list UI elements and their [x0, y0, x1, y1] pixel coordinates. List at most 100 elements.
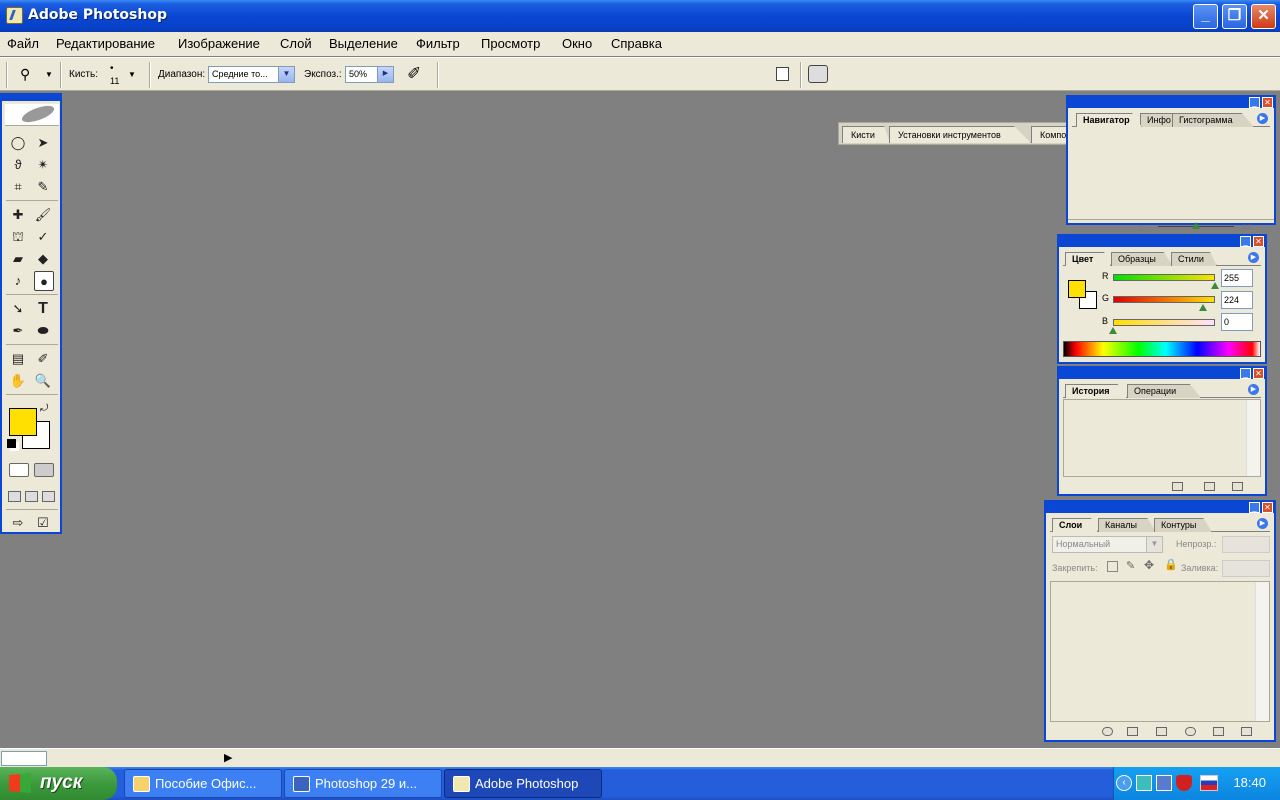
move-tool-icon[interactable]: ➤ — [33, 133, 53, 153]
opacity-input[interactable] — [1222, 536, 1270, 553]
status-zoom-field[interactable] — [1, 751, 47, 766]
file-browser-icon[interactable] — [776, 67, 789, 81]
airbrush-icon[interactable]: ✐ — [407, 64, 421, 84]
adjustment-layer-icon[interactable] — [1185, 727, 1196, 736]
tray-app-icon[interactable] — [1136, 775, 1152, 791]
lock-transparency-icon[interactable] — [1107, 561, 1118, 572]
standard-screen-mode-icon[interactable] — [8, 491, 21, 502]
minimize-icon[interactable]: _ — [1240, 236, 1251, 247]
lock-position-icon[interactable]: ✥ — [1144, 558, 1154, 572]
tab-histogram[interactable]: Гистограмма — [1172, 113, 1254, 127]
panel-menu-icon[interactable]: ▶ — [1248, 384, 1259, 395]
tab-channels[interactable]: Каналы — [1098, 518, 1156, 532]
channel-r-input[interactable]: 255 — [1221, 269, 1253, 287]
minimize-button[interactable]: _ — [1193, 4, 1218, 29]
minimize-icon[interactable]: _ — [1240, 368, 1251, 379]
minimize-icon[interactable]: _ — [1249, 97, 1260, 108]
standard-mode-icon[interactable] — [9, 463, 29, 477]
magic-wand-tool-icon[interactable]: ✴ — [33, 155, 53, 175]
menu-file[interactable]: Файл — [7, 36, 39, 51]
trash-icon[interactable] — [1232, 482, 1243, 491]
add-layer-mask-icon[interactable] — [1127, 727, 1138, 736]
panel-menu-icon[interactable]: ▶ — [1257, 113, 1268, 124]
tab-paths[interactable]: Контуры — [1154, 518, 1212, 532]
security-shield-icon[interactable] — [1176, 775, 1192, 791]
panel-menu-icon[interactable]: ▶ — [1248, 252, 1259, 263]
show-hidden-icons-icon[interactable]: ‹ — [1116, 775, 1132, 791]
trash-icon[interactable] — [1241, 727, 1252, 736]
tab-history[interactable]: История — [1065, 384, 1127, 398]
language-flag-icon[interactable] — [1200, 775, 1218, 791]
channel-b-input[interactable]: 0 — [1221, 313, 1253, 331]
chevron-down-icon[interactable]: ▼ — [278, 67, 294, 82]
shape-tool-icon[interactable]: ⬬ — [33, 321, 53, 341]
maximize-button[interactable]: ❐ — [1222, 4, 1247, 29]
new-group-icon[interactable] — [1156, 727, 1167, 736]
tab-navigator[interactable]: Навигатор — [1076, 113, 1142, 127]
network-disconnected-icon[interactable] — [1156, 775, 1172, 791]
exposure-input[interactable]: 50% ▶ — [345, 66, 394, 83]
channel-b-slider[interactable] — [1113, 319, 1215, 326]
menu-layer[interactable]: Слой — [280, 36, 312, 51]
task-button-word[interactable]: Photoshop 29 и... — [284, 769, 442, 798]
link-layers-icon[interactable] — [1102, 727, 1113, 736]
task-button-folder[interactable]: Пособие Офис... — [124, 769, 282, 798]
start-button[interactable]: пуск — [0, 767, 117, 800]
channel-r-thumb[interactable] — [1211, 282, 1219, 289]
default-colors-icon[interactable] — [7, 439, 16, 448]
slice-tool-icon[interactable]: ✎ — [33, 177, 53, 197]
crop-tool-icon[interactable]: ⌗ — [8, 177, 28, 197]
menu-window[interactable]: Окно — [562, 36, 592, 51]
full-screen-menu-mode-icon[interactable] — [25, 491, 38, 502]
pen-tool-icon[interactable]: ✒ — [8, 321, 28, 341]
hand-tool-icon[interactable]: ✋ — [8, 371, 28, 391]
full-screen-mode-icon[interactable] — [42, 491, 55, 502]
tab-color[interactable]: Цвет — [1065, 252, 1111, 266]
menu-help[interactable]: Справка — [611, 36, 662, 51]
color-spectrum-bar[interactable] — [1063, 341, 1261, 357]
well-tab-tool-presets[interactable]: Установки инструментов — [889, 126, 1031, 143]
clone-stamp-tool-icon[interactable]: ⛫ — [8, 227, 28, 247]
status-menu-arrow-icon[interactable]: ▶ — [224, 751, 232, 764]
menu-view[interactable]: Просмотр — [481, 36, 540, 51]
task-button-photoshop[interactable]: Adobe Photoshop — [444, 769, 602, 798]
minimize-icon[interactable]: _ — [1249, 502, 1260, 513]
scanner-icon[interactable] — [808, 65, 828, 83]
chevron-right-icon[interactable]: ▶ — [377, 67, 393, 82]
jump-to-imageready-icon[interactable]: ⇨ — [8, 513, 28, 533]
type-tool-icon[interactable]: T — [33, 299, 53, 319]
lock-all-icon[interactable]: 🔒 — [1164, 558, 1178, 571]
zoom-out-icon[interactable]: △ — [1138, 223, 1144, 232]
layers-scrollbar[interactable] — [1255, 582, 1269, 721]
swap-colors-icon[interactable]: ⤾ — [40, 403, 48, 414]
new-snapshot-icon[interactable] — [1204, 482, 1215, 491]
zoom-in-icon[interactable]: ▵▵ — [1242, 221, 1252, 232]
eraser-tool-icon[interactable]: ▰ — [8, 249, 28, 269]
channel-r-slider[interactable] — [1113, 274, 1215, 281]
zoom-tool-icon[interactable]: 🔍 — [33, 371, 53, 391]
zoom-slider-thumb[interactable] — [1192, 222, 1200, 229]
lock-pixels-icon[interactable]: ✎ — [1126, 559, 1135, 572]
menu-select[interactable]: Выделение — [329, 36, 398, 51]
fill-input[interactable] — [1222, 560, 1270, 577]
healing-brush-tool-icon[interactable]: ✚ — [8, 205, 28, 225]
foreground-color-swatch[interactable] — [9, 408, 37, 436]
close-icon[interactable]: ✕ — [1253, 368, 1264, 379]
marquee-tool-icon[interactable]: ◯ — [8, 133, 28, 153]
tab-layers[interactable]: Слои — [1052, 518, 1098, 532]
brush-tool-icon[interactable]: 🖌 — [33, 205, 53, 225]
tab-styles[interactable]: Стили — [1171, 252, 1217, 266]
brush-dropdown-icon[interactable]: ▼ — [128, 70, 136, 79]
blend-mode-select[interactable]: Нормальный ▼ — [1052, 536, 1163, 553]
history-brush-tool-icon[interactable]: ✓ — [33, 227, 53, 247]
chevron-down-icon[interactable]: ▼ — [1146, 537, 1162, 552]
paint-bucket-tool-icon[interactable]: ◆ — [33, 249, 53, 269]
menu-image[interactable]: Изображение — [178, 36, 260, 51]
tab-actions[interactable]: Операции — [1127, 384, 1201, 398]
panel-menu-icon[interactable]: ▶ — [1257, 518, 1268, 529]
well-tab-brushes[interactable]: Кисти — [842, 126, 890, 143]
new-document-from-state-icon[interactable] — [1172, 482, 1183, 491]
tool-preset-dropdown-icon[interactable]: ▼ — [45, 70, 53, 79]
channel-g-slider[interactable] — [1113, 296, 1215, 303]
close-button[interactable]: ✕ — [1251, 4, 1276, 29]
